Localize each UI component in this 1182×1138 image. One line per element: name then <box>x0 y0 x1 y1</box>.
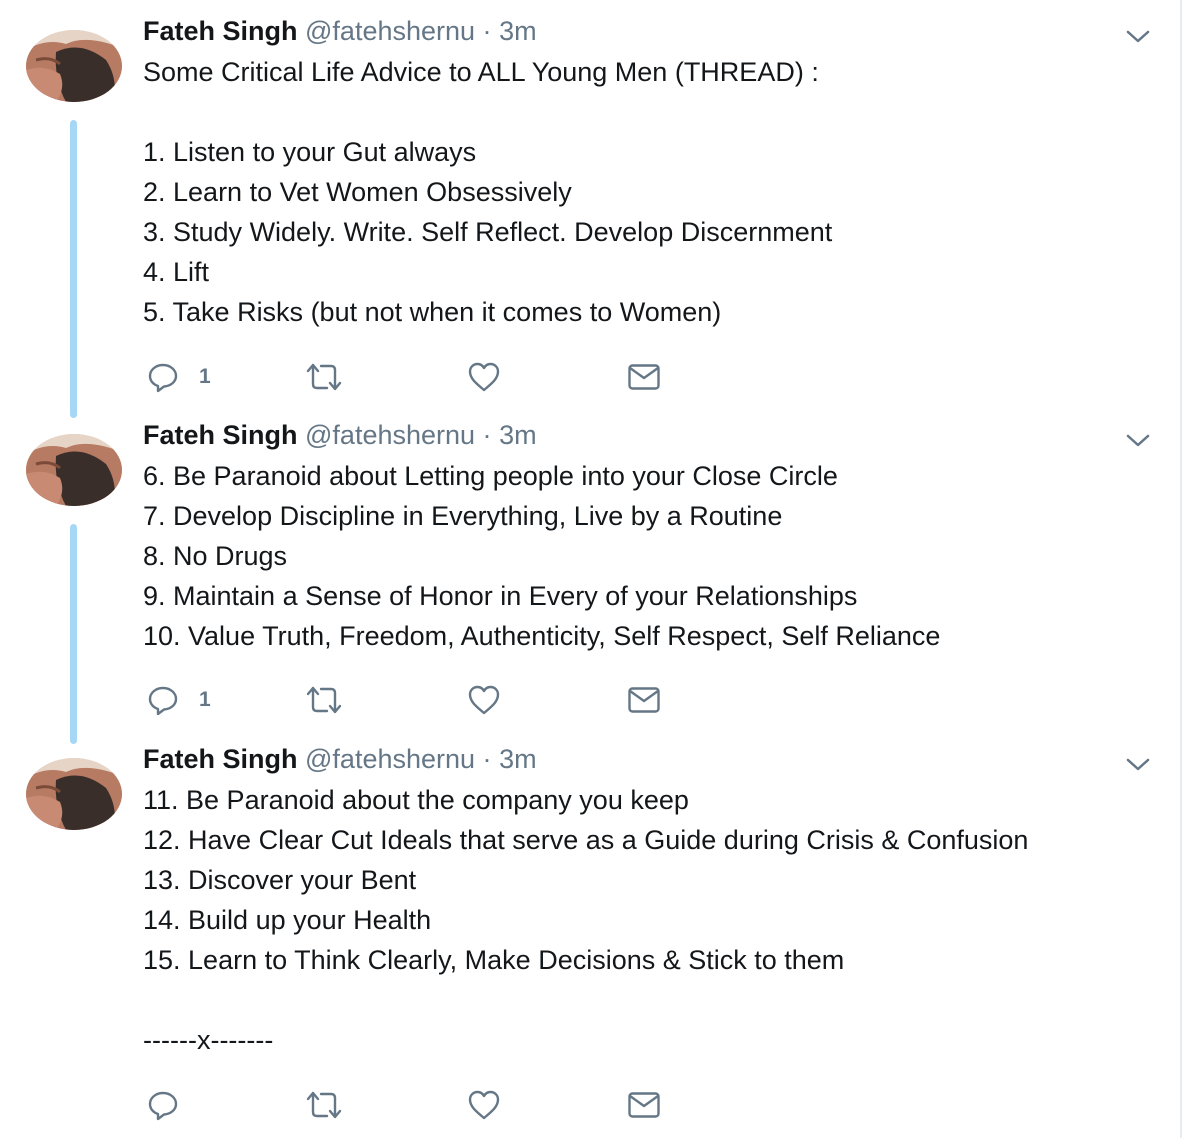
avatar-image <box>26 30 122 102</box>
tweet-text: 11. Be Paranoid about the company you ke… <box>143 780 1028 1060</box>
message-button[interactable] <box>627 357 661 397</box>
tweet-actions <box>143 1085 703 1125</box>
envelope-icon <box>628 364 660 390</box>
tweet-line: 14. Build up your Health <box>143 905 432 935</box>
chevron-down-icon[interactable] <box>1124 754 1152 774</box>
tweet-line: 13. Discover your Bent <box>143 865 417 895</box>
tweet-line: 10. Value Truth, Freedom, Authenticity, … <box>143 621 941 651</box>
tweet-line <box>143 980 1028 1020</box>
retweet-icon <box>306 686 342 714</box>
header-separator: · <box>482 16 492 46</box>
tweet-line: 4. Lift <box>143 257 210 287</box>
tweet-line: 1. Listen to your Gut always <box>143 137 477 167</box>
tweet-header: Fateh Singh @fatehshernu · 3m <box>143 418 537 452</box>
tweet[interactable]: Fateh Singh @fatehshernu · 3m 11. Be Par… <box>0 728 1180 1138</box>
tweet-timestamp[interactable]: 3m <box>499 420 537 450</box>
like-button[interactable] <box>467 357 501 397</box>
retweet-icon <box>306 1091 342 1119</box>
like-button[interactable] <box>467 1085 501 1125</box>
message-button[interactable] <box>627 680 661 720</box>
reply-button[interactable] <box>147 1085 199 1125</box>
avatar[interactable] <box>26 30 122 102</box>
reply-button[interactable]: 1 <box>147 680 211 720</box>
tweet-timestamp[interactable]: 3m <box>499 744 537 774</box>
like-button[interactable] <box>467 680 501 720</box>
tweet-line: ------x------- <box>143 1025 274 1055</box>
tweet-text: Some Critical Life Advice to ALL Young M… <box>143 52 832 332</box>
heart-icon <box>468 685 500 715</box>
tweet-line: 15. Learn to Think Clearly, Make Decisio… <box>143 945 845 975</box>
tweet-line: 11. Be Paranoid about the company you ke… <box>143 785 689 815</box>
chevron-down-icon[interactable] <box>1124 26 1152 46</box>
reply-button[interactable]: 1 <box>147 357 211 397</box>
reply-icon <box>148 363 178 393</box>
tweet-timestamp[interactable]: 3m <box>499 16 537 46</box>
reply-count: 1 <box>199 365 211 388</box>
envelope-icon <box>628 1092 660 1118</box>
author-handle[interactable]: @fatehshernu <box>305 420 475 450</box>
retweet-button[interactable] <box>305 357 343 397</box>
author-handle[interactable]: @fatehshernu <box>305 16 475 46</box>
message-button[interactable] <box>627 1085 661 1125</box>
tweet-line: 12. Have Clear Cut Ideals that serve as … <box>143 825 1029 855</box>
author-name[interactable]: Fateh Singh <box>143 744 298 774</box>
tweet[interactable]: Fateh Singh @fatehshernu · 3m 6. Be Para… <box>0 404 1180 728</box>
header-separator: · <box>482 420 492 450</box>
tweet-line: 3. Study Widely. Write. Self Reflect. De… <box>143 217 833 247</box>
tweet-header: Fateh Singh @fatehshernu · 3m <box>143 742 537 776</box>
heart-icon <box>468 362 500 392</box>
author-name[interactable]: Fateh Singh <box>143 420 298 450</box>
heart-icon <box>468 1090 500 1120</box>
tweet-text: 6. Be Paranoid about Letting people into… <box>143 456 940 656</box>
tweet-line: 2. Learn to Vet Women Obsessively <box>143 177 572 207</box>
envelope-icon <box>628 687 660 713</box>
avatar[interactable] <box>26 758 122 830</box>
reply-icon <box>148 686 178 716</box>
tweet-line: 5. Take Risks (but not when it comes to … <box>143 297 722 327</box>
retweet-button[interactable] <box>305 680 343 720</box>
avatar-image <box>26 434 122 506</box>
avatar[interactable] <box>26 434 122 506</box>
header-separator: · <box>482 744 492 774</box>
tweet-line: 6. Be Paranoid about Letting people into… <box>143 461 838 491</box>
tweet-line: 7. Develop Discipline in Everything, Liv… <box>143 501 783 531</box>
reply-count: 1 <box>199 688 211 711</box>
tweet-line: 9. Maintain a Sense of Honor in Every of… <box>143 581 858 611</box>
chevron-down-icon[interactable] <box>1124 430 1152 450</box>
tweet-actions: 1 <box>143 680 703 720</box>
author-name[interactable]: Fateh Singh <box>143 16 298 46</box>
reply-icon <box>148 1091 178 1121</box>
author-handle[interactable]: @fatehshernu <box>305 744 475 774</box>
tweet-line: Some Critical Life Advice to ALL Young M… <box>143 57 819 87</box>
retweet-button[interactable] <box>305 1085 343 1125</box>
tweet-actions: 1 <box>143 357 703 397</box>
tweet-line: 8. No Drugs <box>143 541 288 571</box>
tweet-line <box>143 92 832 132</box>
retweet-icon <box>306 363 342 391</box>
tweet[interactable]: Fateh Singh @fatehshernu · 3m Some Criti… <box>0 0 1180 408</box>
avatar-image <box>26 758 122 830</box>
tweet-header: Fateh Singh @fatehshernu · 3m <box>143 14 537 48</box>
